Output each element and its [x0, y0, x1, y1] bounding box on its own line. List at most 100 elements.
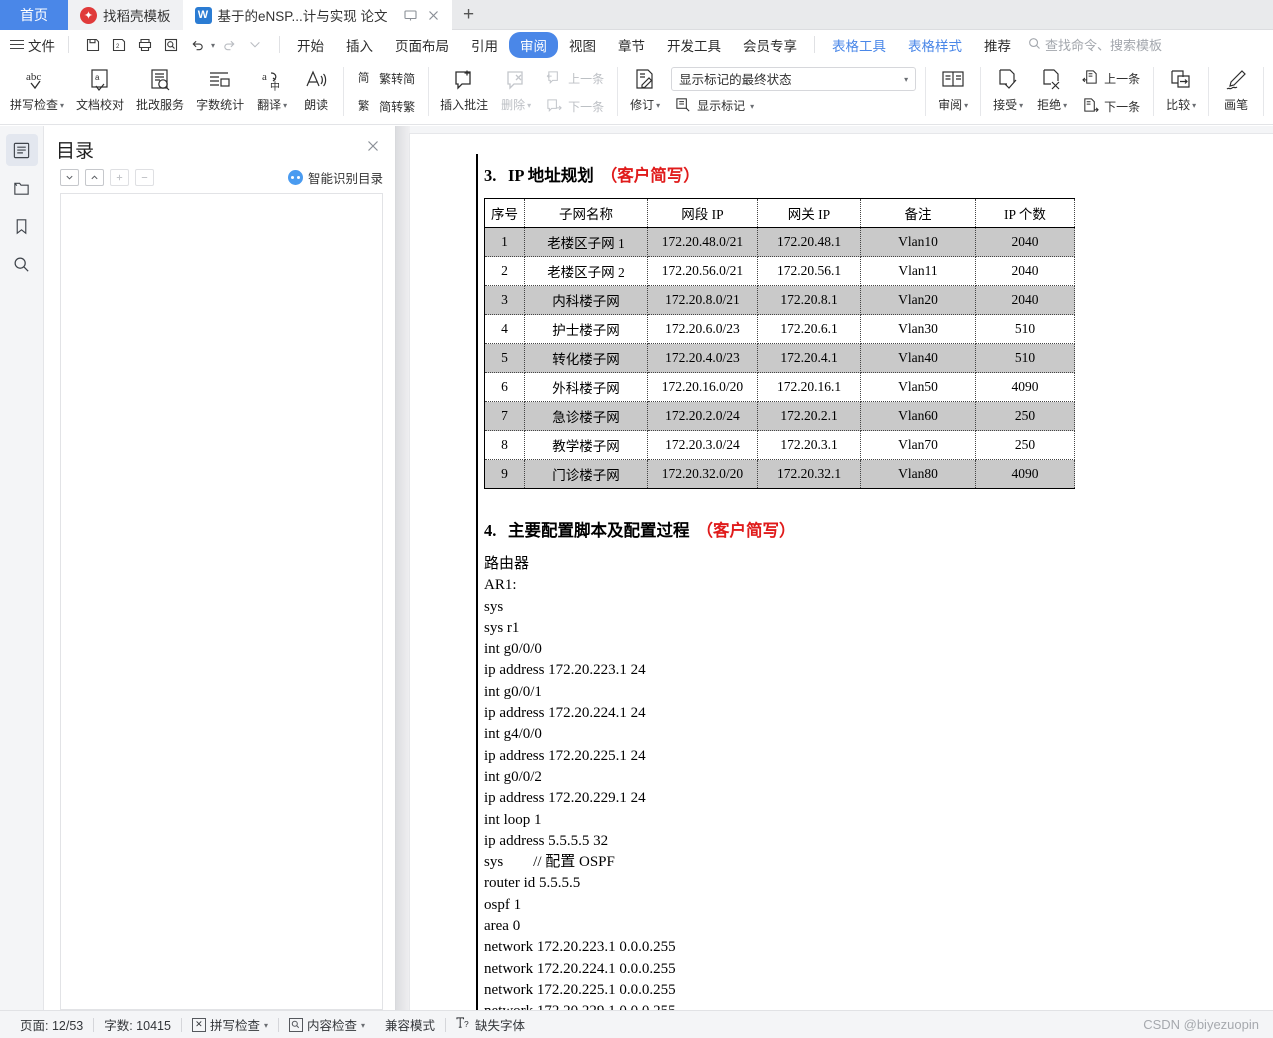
brush-pen-button[interactable]: 画笔	[1214, 61, 1258, 124]
review-pane-button[interactable]: 审阅 ▾	[931, 61, 975, 124]
chevron-down-icon[interactable]: ▾	[264, 1021, 268, 1030]
menu-item-table-tools[interactable]: 表格工具	[821, 32, 897, 58]
chevron-down-icon[interactable]: ▾	[60, 98, 64, 114]
markup-display-select[interactable]: 显示标记的最终状态 ▾	[671, 66, 917, 91]
undo-icon[interactable]	[185, 33, 209, 57]
word-count-button[interactable]: 字数统计	[190, 61, 250, 124]
table-cell: 250	[975, 430, 1075, 460]
compat-mode-status[interactable]: 兼容模式	[375, 1015, 445, 1034]
table-cell: 172.20.56.1	[757, 256, 861, 286]
bookmark-panel-icon[interactable]	[6, 210, 38, 242]
page-indicator[interactable]: 页面: 12/53	[10, 1015, 93, 1034]
doc-proofread-icon: a	[87, 65, 113, 97]
next-change-icon	[1082, 97, 1099, 117]
table-cell: Vlan60	[860, 401, 976, 431]
redo-icon[interactable]	[217, 33, 241, 57]
word-count-indicator[interactable]: 字数: 10415	[94, 1015, 181, 1034]
present-icon[interactable]	[403, 9, 417, 22]
show-markup-button[interactable]: 显示标记 ▾	[671, 93, 916, 119]
file-menu-button[interactable]: 文件	[8, 35, 62, 55]
menu-item-start[interactable]: 开始	[286, 32, 335, 58]
translate-button[interactable]: a 中 翻译 ▾	[250, 61, 294, 124]
doc-proofread-button[interactable]: a 文档校对	[70, 61, 130, 124]
chevron-down-icon[interactable]: ▾	[527, 98, 531, 114]
next-change-button[interactable]: 下一条	[1078, 94, 1144, 120]
save-icon[interactable]	[81, 33, 105, 57]
tab-docer-template[interactable]: ✦ 找稻壳模板	[68, 0, 183, 30]
table-header-cell: 备注	[860, 198, 976, 228]
menu-item-recommend[interactable]: 推荐	[973, 32, 1022, 58]
expand-down-icon[interactable]	[60, 169, 79, 186]
collapse-up-icon[interactable]	[85, 169, 104, 186]
chevron-down-icon[interactable]: ▾	[1192, 98, 1196, 114]
plus-icon[interactable]	[110, 169, 129, 186]
chevron-down-icon[interactable]: ▾	[656, 98, 660, 114]
compare-button[interactable]: 比较 ▾	[1159, 61, 1203, 124]
tab-home[interactable]: 首页	[0, 0, 68, 30]
chevron-down-icon[interactable]: ▾	[964, 98, 968, 114]
menu-item-insert[interactable]: 插入	[335, 32, 384, 58]
navigation-pane-list[interactable]	[60, 193, 383, 1010]
change-bar	[476, 154, 478, 1010]
outline-panel-icon[interactable]	[5, 134, 38, 166]
next-comment-button[interactable]: 下一条	[542, 94, 608, 120]
customize-icon[interactable]	[243, 33, 267, 57]
document-page[interactable]: 3. IP 地址规划 （客户简写） 序号 子网名称 网段 IP 网关 IP 备注…	[410, 134, 1273, 1010]
reject-change-button[interactable]: 拒绝 ▾	[1030, 61, 1074, 124]
compat-mode-label: 兼容模式	[385, 1019, 436, 1033]
thumbnail-panel-icon[interactable]	[6, 172, 38, 204]
close-icon[interactable]	[427, 9, 440, 22]
command-search[interactable]: 查找命令、搜索模板	[1028, 35, 1162, 54]
svg-text:中: 中	[270, 80, 280, 93]
smart-outline-label: 智能识别目录	[307, 172, 383, 186]
smart-outline-button[interactable]: 智能识别目录	[287, 168, 383, 187]
missing-font-status[interactable]: ? 缺失字体	[446, 1015, 535, 1034]
chevron-down-icon[interactable]: ▾	[750, 102, 754, 111]
previous-change-button[interactable]: 上一条	[1078, 66, 1144, 92]
chevron-down-icon[interactable]: ▾	[1019, 98, 1023, 114]
accept-change-button[interactable]: 接受 ▾	[986, 61, 1030, 124]
chevron-down-icon[interactable]: ▾	[904, 75, 908, 84]
spell-check-button[interactable]: abc 拼写检查 ▾	[4, 61, 70, 124]
chevron-down-icon[interactable]: ▾	[1063, 98, 1067, 114]
restrict-edit-button[interactable]: 限制编辑	[1269, 61, 1273, 124]
table-cell: 510	[975, 314, 1075, 344]
review-service-button[interactable]: 批改服务	[130, 61, 190, 124]
print-icon[interactable]	[133, 33, 157, 57]
spell-check-status[interactable]: ✕ 拼写检查 ▾	[182, 1015, 278, 1034]
menu-item-review[interactable]: 审阅	[509, 31, 559, 58]
print-preview-icon[interactable]	[159, 33, 183, 57]
menu-item-dev-tools[interactable]: 开发工具	[656, 32, 732, 58]
chevron-down-icon[interactable]: ▾	[361, 1021, 365, 1030]
table-row: 2 老楼区子网 2 172.20.56.0/21 172.20.56.1 Vla…	[484, 256, 1075, 286]
table-cell: 172.20.4.1	[757, 343, 861, 373]
save-as-icon[interactable]: 2	[107, 33, 131, 57]
menu-item-references[interactable]: 引用	[460, 32, 509, 58]
search-panel-icon[interactable]	[6, 248, 38, 280]
previous-comment-button[interactable]: 上一条	[542, 66, 608, 92]
read-aloud-button[interactable]: 朗读	[294, 61, 338, 124]
menu-item-page-layout[interactable]: 页面布局	[384, 32, 460, 58]
trad-to-simp-button[interactable]: 简 繁转简	[353, 66, 419, 92]
menu-item-view[interactable]: 视图	[558, 32, 607, 58]
close-icon[interactable]	[363, 136, 383, 159]
simp-to-trad-button[interactable]: 繁 简转繁	[353, 94, 419, 120]
menu-item-section[interactable]: 章节	[607, 32, 656, 58]
section-3-note: （客户简写）	[600, 166, 700, 185]
delete-comment-button[interactable]: 删除 ▾	[494, 61, 538, 124]
new-tab-button[interactable]: +	[452, 0, 486, 29]
menu-item-table-style[interactable]: 表格样式	[897, 32, 973, 58]
section-4-title: 主要配置脚本及配置过程	[508, 521, 690, 540]
content-check-status[interactable]: 内容检查 ▾	[279, 1015, 375, 1034]
insert-comment-button[interactable]: 插入批注	[434, 61, 494, 124]
track-changes-button[interactable]: 修订 ▾	[623, 61, 667, 124]
spell-check-icon: abc	[22, 65, 52, 97]
tab-document-active[interactable]: W 基于的eNSP...计与实现 论文	[182, 0, 452, 30]
undo-dropdown-icon[interactable]: ▾	[211, 41, 215, 50]
chevron-down-icon[interactable]: ▾	[283, 98, 287, 114]
next-comment-label: 下一条	[568, 100, 605, 114]
document-canvas[interactable]: 3. IP 地址规划 （客户简写） 序号 子网名称 网段 IP 网关 IP 备注…	[396, 126, 1273, 1010]
table-row: 5 转化楼子网 172.20.4.0/23 172.20.4.1 Vlan40 …	[484, 343, 1075, 373]
minus-icon[interactable]	[135, 169, 154, 186]
menu-item-member[interactable]: 会员专享	[732, 32, 808, 58]
